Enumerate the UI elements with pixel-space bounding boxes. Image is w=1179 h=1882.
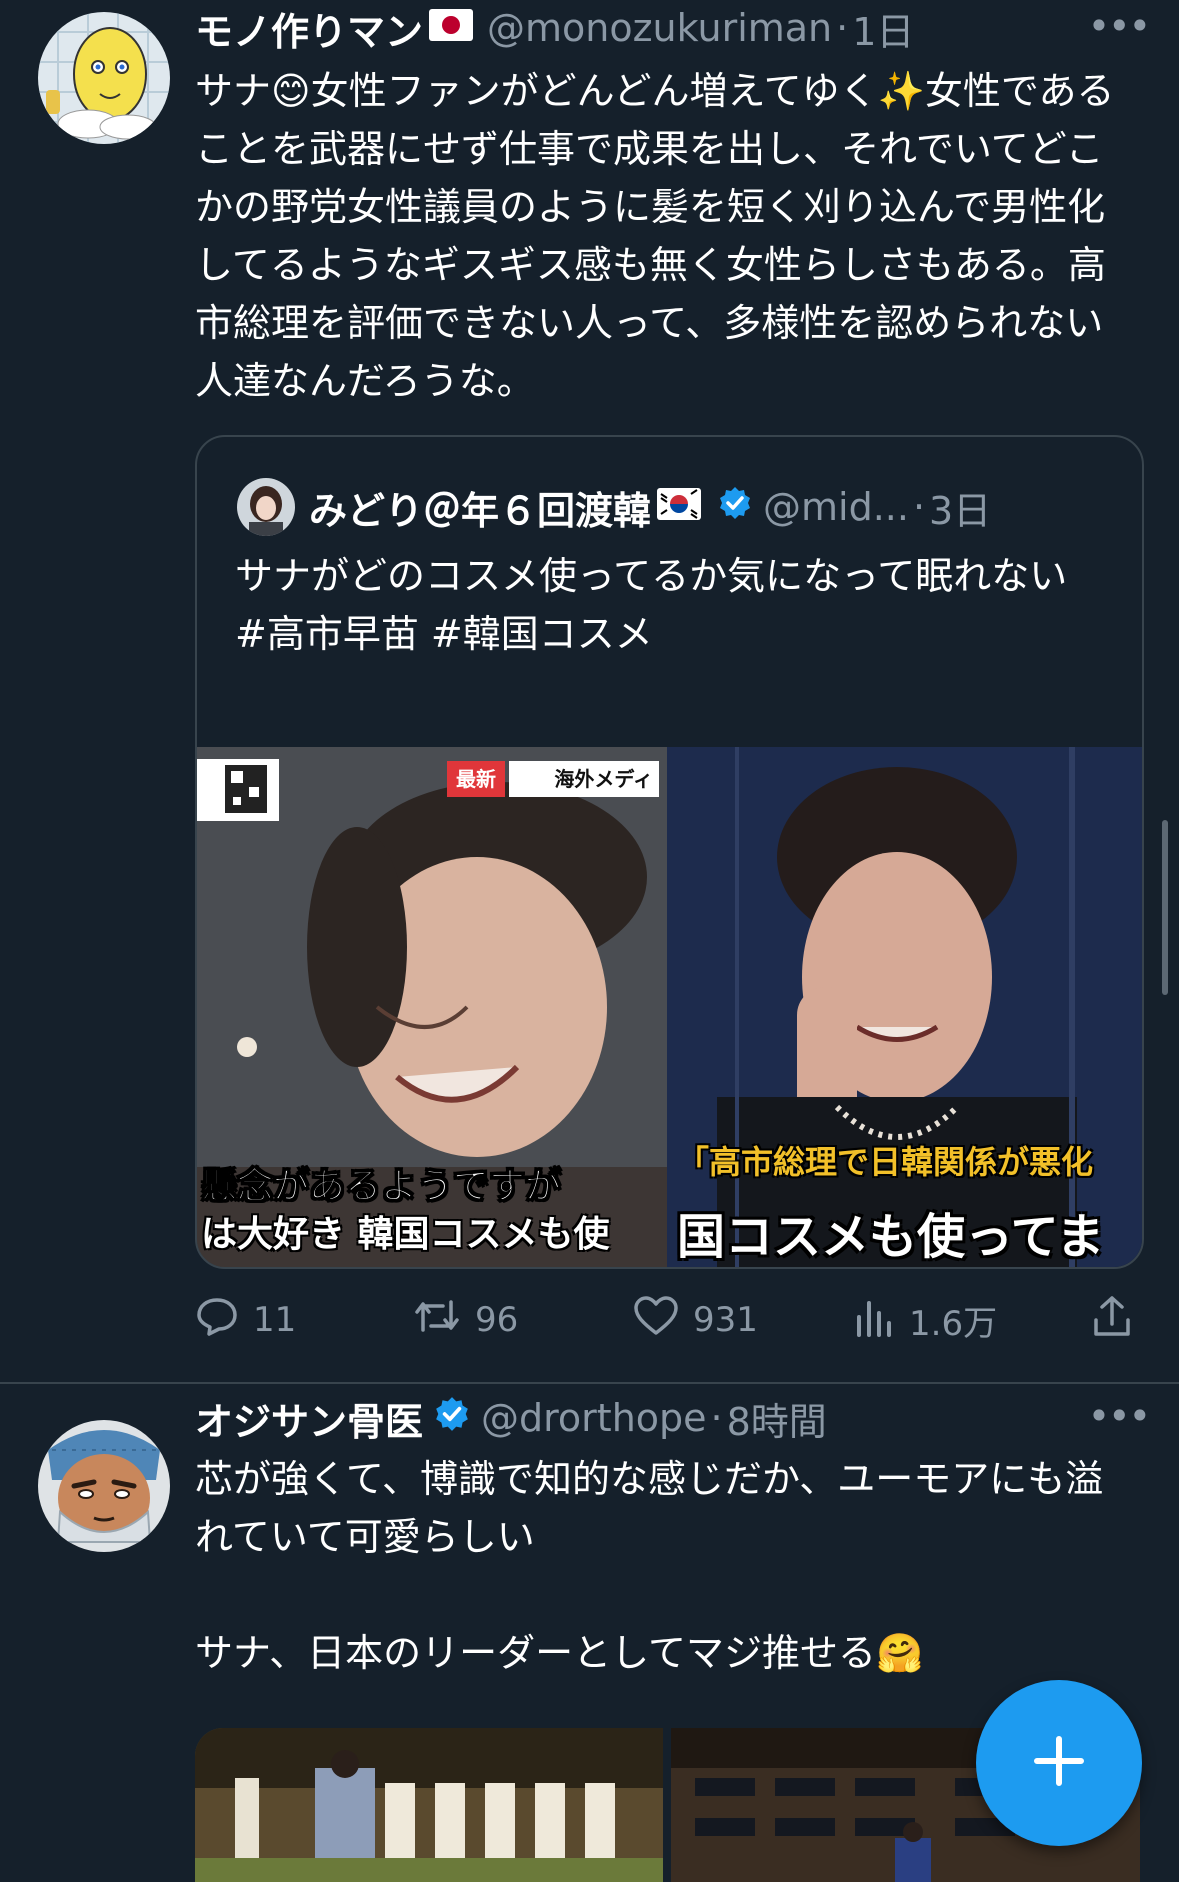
avatar-monozukuriman[interactable] [38, 12, 170, 144]
more-options-icon[interactable]: ••• [1088, 4, 1151, 48]
reply-count: 11 [253, 1300, 297, 1340]
share-button[interactable] [1090, 1290, 1148, 1350]
author-name[interactable]: オジサン骨医 [195, 1391, 423, 1446]
quoted-author-name: みどり＠年６回渡韓 [309, 488, 652, 533]
quoted-timestamp: 3日 [929, 488, 992, 533]
retweet-count: 96 [475, 1300, 519, 1340]
retweet-icon [413, 1294, 475, 1347]
caption-left-line1: 懸念があるようですが [200, 1166, 562, 1208]
kr-flag-icon [657, 485, 702, 529]
views-icon [855, 1295, 909, 1346]
quoted-media-image[interactable]: 最新 海外メディ 懸念があるようですが は大好き 韓国コスメも使 「高市総理で日… [197, 747, 1142, 1267]
badge-new: 最新 [447, 761, 505, 797]
caption-right-line2: 国コスメも使ってま [677, 1209, 1105, 1265]
compose-tweet-button[interactable] [976, 1680, 1142, 1846]
avatar-midori [237, 478, 295, 536]
author-name[interactable]: モノ作りマン [195, 1, 423, 56]
retweet-button[interactable]: 96 [413, 1290, 518, 1350]
share-icon [1090, 1294, 1148, 1347]
like-icon [633, 1295, 693, 1346]
verified-badge-icon [433, 1395, 471, 1442]
author-handle[interactable]: @drorthope [481, 1396, 707, 1440]
verified-badge-icon [717, 485, 753, 530]
tweet-actions: 11 96 931 1.6万 [195, 1290, 1145, 1350]
views-count: 1.6万 [909, 1303, 998, 1344]
timestamp[interactable]: 8時間 [727, 1391, 827, 1446]
tweet-monozukuriman[interactable]: モノ作りマン @monozukuriman · 1日 ••• サナ😊女性ファンが… [0, 0, 1179, 1382]
timestamp[interactable]: 1日 [852, 1, 914, 56]
quoted-tweet-text: サナがどのコスメ使ってるか気になって眠れない #高市早苗 #韓国コスメ [235, 554, 1068, 656]
separator-dot: · [710, 1396, 723, 1440]
tweet-header: モノ作りマン @monozukuriman · 1日 ••• [195, 0, 1151, 58]
like-button[interactable]: 931 [633, 1290, 758, 1350]
badge-overseas-media: 海外メディ [509, 761, 659, 797]
compose-plus-icon [1029, 1731, 1089, 1795]
scrollbar[interactable] [1162, 820, 1168, 995]
quoted-author-handle: @mid... [763, 485, 909, 529]
tweet-text: 芯が強くて、博識で知的な感じだか、ユーモアにも溢れていて可愛らしい サナ、日本の… [195, 1457, 1104, 1675]
reply-icon [195, 1294, 253, 1347]
separator-dot: · [836, 6, 849, 50]
quoted-tweet[interactable]: みどり＠年６回渡韓 @mid... · 3日 サナがどのコスメ使ってるか気になっ… [195, 435, 1144, 1269]
avatar-drorthope[interactable] [38, 1420, 170, 1552]
separator-dot: · [912, 485, 926, 529]
jp-flag-icon [429, 6, 474, 50]
tweet-text: サナ😊女性ファンがどんどん増えてゆく✨女性であることを武器にせず仕事で成果を出し… [195, 69, 1115, 403]
caption-right-line1: 「高市総理で日韓関係が悪化 [677, 1143, 1094, 1181]
views-button[interactable]: 1.6万 [855, 1290, 997, 1350]
caption-left-line2: は大好き 韓国コスメも使 [201, 1214, 610, 1255]
quoted-tweet-header: みどり＠年６回渡韓 @mid... · 3日 [237, 477, 1112, 537]
more-options-icon[interactable]: ••• [1088, 1394, 1151, 1438]
tweet-header: オジサン骨医 @drorthope · 8時間 ••• [195, 1388, 1151, 1448]
reply-button[interactable]: 11 [195, 1290, 296, 1350]
like-count: 931 [693, 1300, 758, 1340]
author-handle[interactable]: @monozukuriman [487, 6, 832, 50]
